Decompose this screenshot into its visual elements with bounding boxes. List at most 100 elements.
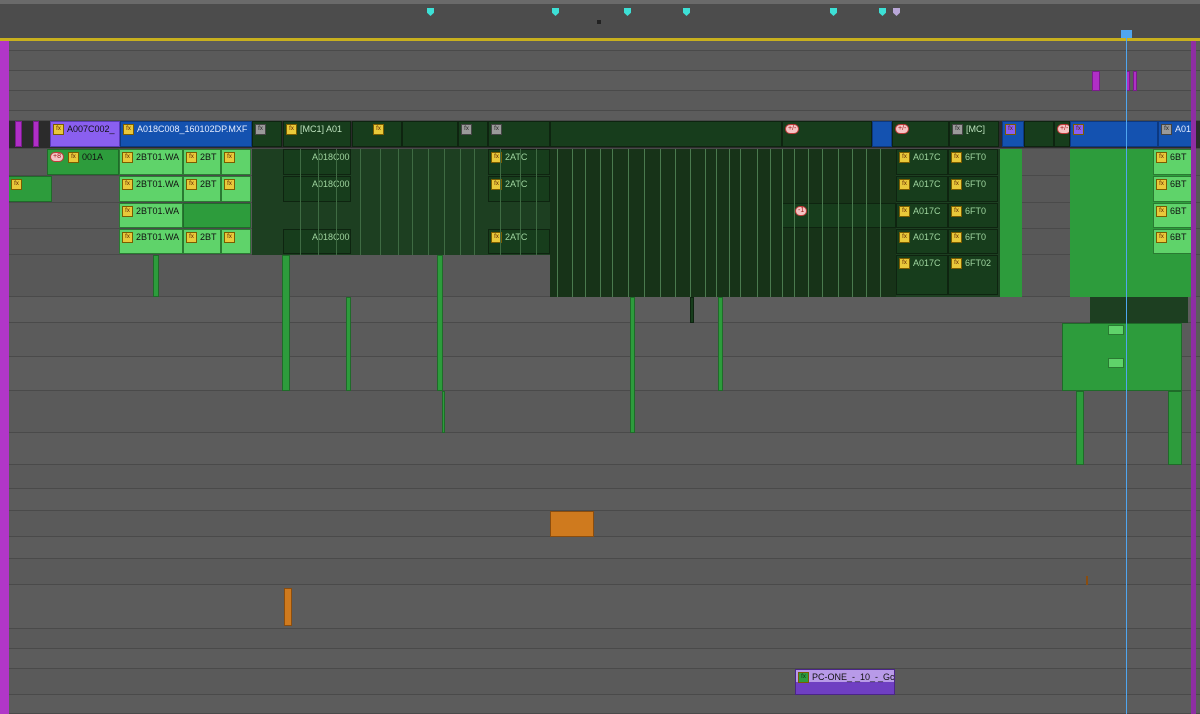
- audio-clip[interactable]: [718, 297, 723, 391]
- video-clip[interactable]: +/-: [892, 121, 949, 147]
- timeline-panel[interactable]: fx A007C002_ fx A018C008_160102DP.MXF fx f…: [0, 0, 1200, 714]
- video-clip[interactable]: fx: [1070, 121, 1158, 147]
- audio-clip[interactable]: fx 6FT0: [948, 176, 998, 202]
- orange-clip[interactable]: [284, 588, 292, 626]
- fx-badge-icon: fx: [951, 258, 962, 269]
- audio-clip[interactable]: [153, 255, 159, 297]
- edit-line: [770, 149, 771, 297]
- video-clip[interactable]: fx: [252, 121, 282, 147]
- orange-clip[interactable]: [550, 511, 594, 537]
- audio-clip[interactable]: [442, 391, 445, 433]
- audio-clip[interactable]: fx: [8, 176, 52, 202]
- audio-clip[interactable]: fx A017C: [896, 229, 948, 254]
- video-clip[interactable]: [1092, 71, 1100, 91]
- video-clip[interactable]: [402, 121, 458, 147]
- timeline-marker[interactable]: [552, 8, 559, 16]
- audio-clip[interactable]: [630, 297, 635, 433]
- audio-clip[interactable]: fx 6FT0: [948, 229, 998, 254]
- audio-clip[interactable]: fx: [221, 229, 251, 254]
- audio-clip[interactable]: fx 2BT: [183, 176, 221, 202]
- audio-clip[interactable]: +8 fx 001A: [47, 149, 119, 175]
- track-row: [0, 433, 1200, 465]
- audio-clip[interactable]: fx: [221, 149, 251, 175]
- audio-clip[interactable]: fx 2BT: [183, 229, 221, 254]
- audio-clip[interactable]: A018C00: [283, 176, 351, 202]
- video-clip[interactable]: fx: [1002, 121, 1024, 147]
- edit-line: [612, 149, 613, 297]
- timeline-marker[interactable]: [893, 8, 900, 16]
- audio-clip[interactable]: fx 2BT01.WA: [119, 203, 183, 228]
- audio-clip[interactable]: fx 2ATC: [488, 229, 550, 254]
- audio-clip[interactable]: fx A017C: [896, 176, 948, 202]
- audio-clip[interactable]: fx 6BT: [1153, 203, 1196, 228]
- audio-clip[interactable]: fx 2BT: [183, 149, 221, 175]
- clip-name: A018C008_160102DP.MXF: [137, 124, 248, 134]
- audio-clip[interactable]: fx 2BT01.WA: [119, 176, 183, 202]
- audio-clip-block[interactable]: [1000, 149, 1022, 297]
- video-clip[interactable]: fx: [488, 121, 550, 147]
- audio-clip[interactable]: fx 2BT01.WA: [119, 229, 183, 254]
- edit-line: [808, 149, 809, 297]
- left-track-handle[interactable]: [0, 41, 9, 714]
- audio-clip[interactable]: [183, 203, 251, 228]
- audio-clip[interactable]: -1: [782, 203, 896, 228]
- audio-clip[interactable]: [346, 297, 351, 391]
- timeline-marker[interactable]: [683, 8, 690, 16]
- audio-clip[interactable]: fx: [221, 176, 251, 202]
- edit-line: [675, 149, 676, 297]
- video-clip[interactable]: fx [MC]: [949, 121, 999, 147]
- timeline-marker[interactable]: [879, 8, 886, 16]
- clip-name: 2BT: [200, 232, 217, 242]
- video-clip[interactable]: fx A018C008_160102DP.MXF: [120, 121, 252, 147]
- video-clip[interactable]: fx: [352, 121, 402, 147]
- audio-clip[interactable]: fx 2ATC: [488, 149, 550, 175]
- audio-clip[interactable]: A018C00: [283, 229, 351, 254]
- timeline-marker[interactable]: [624, 8, 631, 16]
- video-clip[interactable]: +/-: [782, 121, 872, 147]
- video-clip[interactable]: fx: [458, 121, 488, 147]
- audio-clip[interactable]: [690, 297, 694, 323]
- audio-clip[interactable]: fx A017C: [896, 149, 948, 175]
- edit-line: [460, 149, 461, 255]
- track-row: [0, 323, 1200, 357]
- audio-clip[interactable]: [1108, 358, 1124, 368]
- audio-clip-block[interactable]: [1090, 297, 1188, 323]
- video-clip[interactable]: [33, 121, 39, 147]
- video-clip[interactable]: [550, 121, 782, 147]
- audio-clip[interactable]: fx A017C: [896, 255, 948, 295]
- timeline-marker[interactable]: [427, 8, 434, 16]
- time-ruler[interactable]: [0, 0, 1200, 41]
- audio-clip[interactable]: fx 6FT02: [948, 255, 998, 295]
- audio-clip[interactable]: A018C00: [283, 149, 351, 175]
- orange-clip[interactable]: [1086, 576, 1088, 585]
- audio-clip[interactable]: fx 6FT0: [948, 149, 998, 175]
- video-clip[interactable]: +/-: [1054, 121, 1070, 147]
- audio-clip[interactable]: fx 6BT: [1153, 229, 1196, 254]
- audio-clip[interactable]: fx A017C: [896, 203, 948, 228]
- clip-name: A017C: [913, 179, 941, 189]
- audio-clip[interactable]: [1168, 391, 1182, 465]
- video-clip[interactable]: fx A007C002_: [50, 121, 120, 147]
- timeline-marker[interactable]: [830, 8, 837, 16]
- audio-clip[interactable]: [1076, 391, 1084, 465]
- audio-clip[interactable]: [1108, 325, 1124, 335]
- ruler-tick: [597, 20, 601, 24]
- audio-clip[interactable]: fx 2BT01.WA: [119, 149, 183, 175]
- audio-clip[interactable]: fx 6FT0: [948, 203, 998, 228]
- audio-clip[interactable]: fx 6BT: [1153, 149, 1196, 175]
- video-clip[interactable]: [1024, 121, 1054, 147]
- graphic-clip[interactable]: fx PC-ONE_-_10_-_Gc: [795, 669, 895, 695]
- playhead[interactable]: [1126, 36, 1127, 714]
- edit-line: [360, 149, 361, 255]
- video-clip[interactable]: [15, 121, 22, 147]
- audio-clip[interactable]: [437, 255, 443, 391]
- right-track-handle[interactable]: [1191, 41, 1196, 714]
- video-clip[interactable]: [1133, 71, 1137, 91]
- edit-line: [705, 149, 706, 297]
- audio-clip[interactable]: [282, 255, 290, 391]
- audio-clip[interactable]: fx 6BT: [1153, 176, 1196, 202]
- clip-name: 6BT: [1170, 206, 1187, 216]
- video-clip[interactable]: fx [MC1] A01: [283, 121, 351, 147]
- video-clip[interactable]: [872, 121, 892, 147]
- audio-clip[interactable]: fx 2ATC: [488, 176, 550, 202]
